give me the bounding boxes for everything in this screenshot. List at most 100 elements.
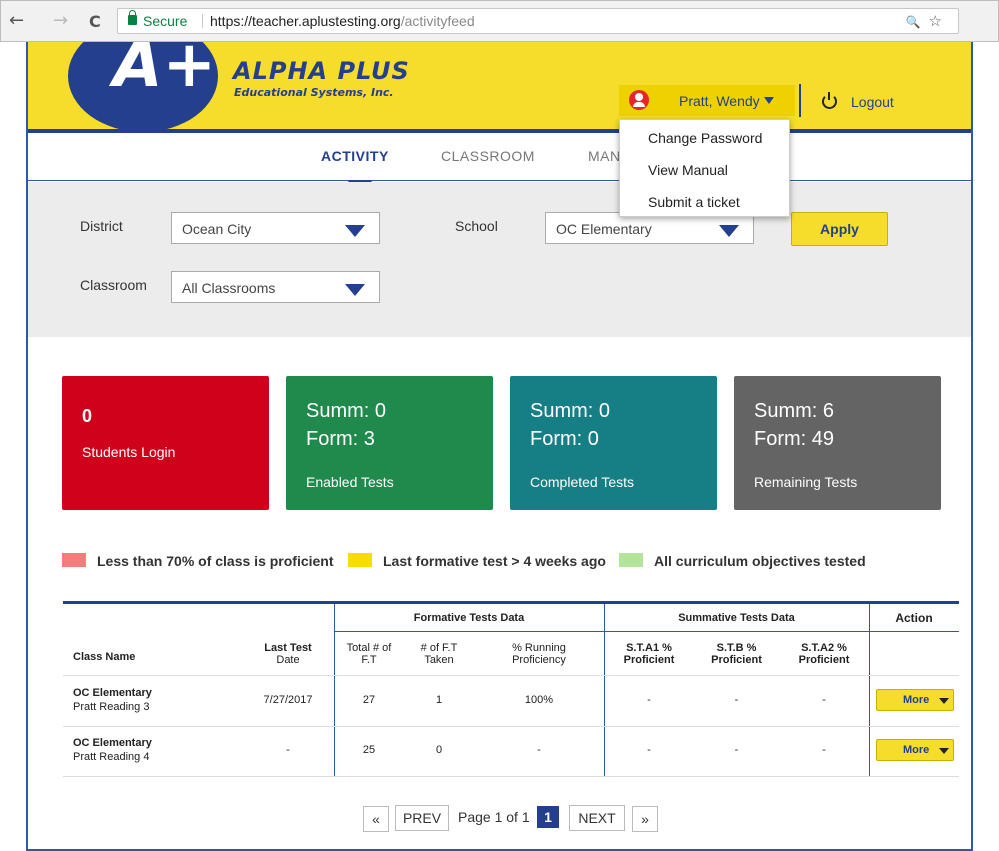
row2-sta2: -: [822, 744, 826, 756]
row2-school: OC Elementary: [73, 737, 152, 749]
classroom-select[interactable]: All Classrooms: [171, 271, 380, 303]
card-summ: Summ: 0: [306, 400, 387, 422]
row2-sta1: -: [647, 744, 651, 756]
next-page-button[interactable]: NEXT: [569, 805, 625, 831]
address-divider: [202, 14, 203, 28]
col-sta1-line2: Proficient: [623, 654, 675, 666]
district-value: Ocean City: [182, 221, 252, 237]
main-nav: ACTIVITY CLASSROOM MAN: [28, 133, 971, 181]
legend-swatch-all-tested: [619, 553, 643, 567]
bookmark-star-icon[interactable]: ☆: [929, 12, 950, 30]
col-class-name: Class Name: [73, 651, 136, 663]
current-page-button[interactable]: 1: [537, 806, 559, 828]
caret-down-icon: [764, 97, 774, 104]
district-select[interactable]: Ocean City: [171, 212, 380, 244]
user-dropdown-menu: Change Password View Manual Submit a tic…: [619, 119, 790, 217]
power-icon[interactable]: [822, 92, 837, 109]
col-ft-taken: # of F.T Taken: [404, 642, 474, 666]
row1-sta2: -: [822, 694, 826, 706]
classroom-label: Classroom: [80, 277, 147, 293]
logo-text: A+: [113, 42, 217, 102]
url-text[interactable]: https://teacher.aplustesting.org/activit…: [210, 9, 475, 33]
table-top-border: [63, 601, 959, 604]
forward-arrow-icon[interactable]: →: [53, 11, 68, 31]
filter-panel: District Ocean City School OC Elementary…: [28, 182, 971, 337]
apply-button[interactable]: Apply: [791, 212, 888, 246]
legend-all-tested: All curriculum objectives tested: [654, 553, 866, 569]
row2-class: Pratt Reading 4: [73, 751, 150, 763]
col-stb: S.T.B % Proficient: [694, 642, 779, 666]
logo[interactable]: A+: [68, 42, 218, 132]
url-path: /activityfeed: [400, 13, 475, 29]
col-running-proficiency: % Running Proficiency: [474, 642, 604, 666]
reload-icon[interactable]: C: [89, 12, 101, 32]
card-completed-tests: Summ: 0 Form: 0 Completed Tests: [510, 376, 717, 510]
col-separator: [869, 604, 870, 777]
menu-view-manual[interactable]: View Manual: [648, 162, 728, 178]
more-label: More: [903, 744, 930, 756]
row1-class: Pratt Reading 3: [73, 701, 150, 713]
row1-more-button[interactable]: More: [876, 689, 954, 711]
url-base: https://teacher.aplustesting.org: [210, 13, 401, 29]
omnibox-icons: 🔍☆: [906, 9, 950, 34]
row2-more-button[interactable]: More: [876, 739, 954, 761]
user-menu-button[interactable]: Pratt, Wendy: [619, 85, 795, 116]
row1-school: OC Elementary: [73, 687, 152, 699]
card-remaining-tests: Summ: 6 Form: 49 Remaining Tests: [734, 376, 941, 510]
card-value: 0: [82, 406, 93, 426]
district-label: District: [80, 218, 123, 234]
row2-total: 25: [362, 744, 376, 756]
card-students-login: 0 Students Login: [62, 376, 269, 510]
row1-total: 27: [362, 694, 376, 706]
row1-last-date: 7/27/2017: [263, 694, 313, 706]
secure-label: Secure: [143, 13, 188, 29]
brand-title: ALPHA PLUS: [233, 57, 410, 85]
tab-activity[interactable]: ACTIVITY: [321, 148, 389, 164]
page-indicator: Page 1 of 1: [458, 809, 530, 825]
prev-page-button[interactable]: PREV: [395, 805, 449, 831]
site-header: A+ ALPHA PLUS Educational Systems, Inc. …: [28, 42, 971, 132]
chevron-down-icon: [345, 225, 365, 237]
chevron-down-icon: [345, 284, 365, 296]
card-label: Enabled Tests: [306, 474, 394, 490]
card-label: Students Login: [82, 444, 176, 460]
group-formative: Formative Tests Data: [413, 612, 525, 624]
tab-manage[interactable]: MAN: [588, 148, 621, 164]
address-bar[interactable]: Secure https://teacher.aplustesting.org/…: [117, 8, 959, 34]
row1-stb: -: [734, 694, 739, 706]
row-line: [63, 726, 959, 727]
user-name: Pratt, Wendy: [679, 93, 760, 109]
more-label: More: [903, 694, 930, 706]
row1-taken: 1: [435, 694, 443, 706]
col-stb-line1: S.T.B %: [716, 642, 757, 654]
header-bottom-line: [63, 675, 959, 676]
caret-down-icon: [939, 748, 949, 754]
col-last-test: Last Test Date: [243, 642, 333, 666]
row-line: [63, 776, 959, 777]
lock-icon: [128, 10, 137, 25]
legend-swatch-low-proficiency: [62, 553, 86, 567]
row2-taken: 0: [435, 744, 443, 756]
row2-last-date: -: [286, 744, 290, 756]
legend-low-proficiency: Less than 70% of class is proficient: [97, 553, 334, 569]
school-value: OC Elementary: [556, 221, 652, 237]
menu-submit-ticket[interactable]: Submit a ticket: [648, 194, 740, 210]
tab-classroom[interactable]: CLASSROOM: [441, 148, 535, 164]
logout-link[interactable]: Logout: [851, 94, 894, 110]
legend-stale-test: Last formative test > 4 weeks ago: [383, 553, 606, 569]
last-page-button[interactable]: »: [632, 806, 658, 832]
menu-change-password[interactable]: Change Password: [648, 130, 762, 146]
col-taken-line2: Taken: [424, 654, 454, 666]
col-total-ft: Total # of F.T: [334, 642, 404, 666]
back-arrow-icon[interactable]: ←: [9, 11, 24, 31]
row1-sta1: -: [647, 694, 651, 706]
col-sta2: S.T.A2 % Proficient: [779, 642, 869, 666]
group-action: Action: [895, 611, 933, 625]
page-frame: A+ ALPHA PLUS Educational Systems, Inc. …: [26, 42, 973, 851]
first-page-button[interactable]: «: [363, 806, 389, 832]
card-summ: Summ: 6: [754, 400, 835, 422]
brand-subtitle: Educational Systems, Inc.: [234, 86, 394, 99]
zoom-icon[interactable]: 🔍: [906, 15, 929, 29]
card-form: Form: 49: [754, 428, 835, 450]
card-enabled-tests: Summ: 0 Form: 3 Enabled Tests: [286, 376, 493, 510]
